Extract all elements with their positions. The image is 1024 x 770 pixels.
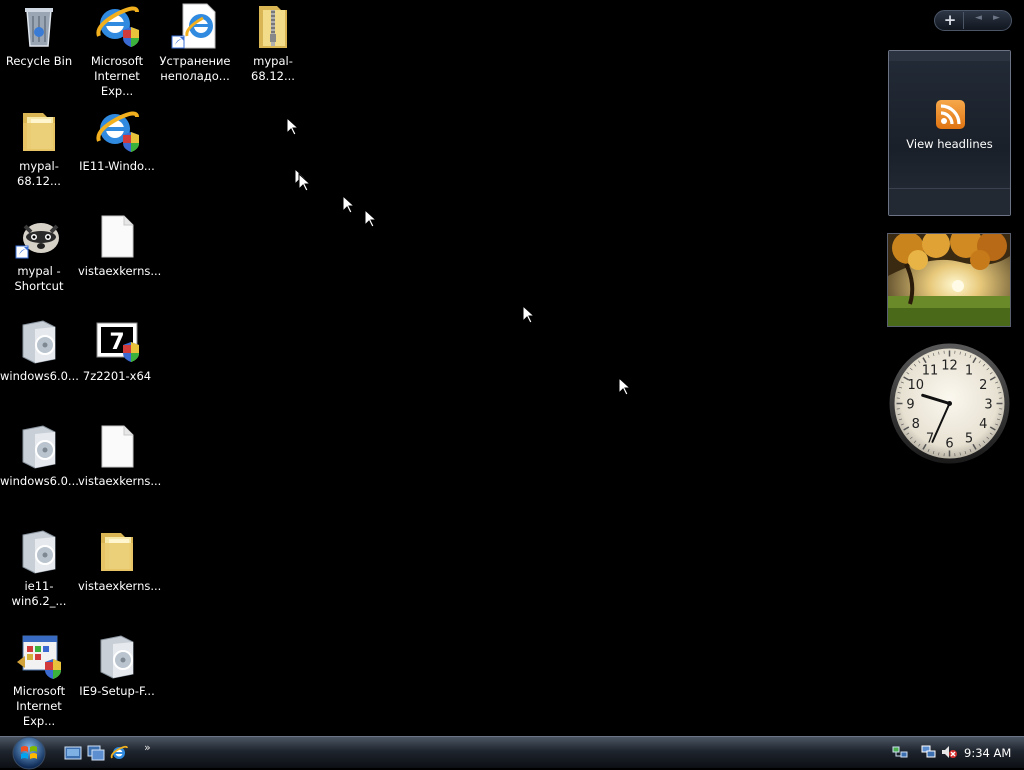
mouse-cursor-icon: [618, 377, 630, 396]
sidebar-gadget-controls: + ◄ ►: [934, 10, 1012, 31]
desktop-icon-ie-setup[interactable]: Microsoft Internet Exp...: [0, 630, 78, 726]
clock-number: 6: [945, 437, 953, 452]
update-package-icon: [15, 317, 63, 365]
clock-number: 11: [922, 364, 939, 379]
7zip-installer-icon: 7: [93, 317, 141, 365]
mypal-raccoon-icon: [15, 212, 63, 260]
desktop-icon-ie9-setup[interactable]: IE9-Setup-F...: [78, 630, 156, 726]
taskbar-clock[interactable]: 9:34 AM: [964, 746, 1011, 760]
clock-number: 2: [979, 378, 987, 393]
icon-label: windows6.0...: [0, 369, 78, 384]
feed-headlines-gadget[interactable]: View headlines: [888, 50, 1011, 216]
icon-label: 7z2201-x64: [78, 369, 156, 384]
icon-label: Recycle Bin: [0, 54, 78, 69]
mouse-cursor-icon: [298, 173, 310, 192]
desktop-icon-mypal-folder[interactable]: mypal-68.12...: [0, 105, 78, 201]
mouse-cursor-icon: [364, 209, 376, 228]
internet-explorer-icon: [93, 107, 141, 155]
add-gadget-button[interactable]: +: [937, 12, 964, 29]
update-package-icon: [93, 632, 141, 680]
mouse-cursor-icon: [522, 305, 534, 324]
desktop-icon-ie11-windows[interactable]: IE11-Windo...: [78, 105, 156, 201]
zip-folder-icon: [249, 2, 297, 50]
desktop-icon-mypal-shortcut[interactable]: mypal - Shortcut: [0, 210, 78, 306]
icon-label: mypal-68.12...: [0, 159, 78, 189]
icon-label: windows6.0...: [0, 474, 78, 489]
desktop-icon-windows6-0-b[interactable]: windows6.0...: [0, 420, 78, 516]
clock-number: 4: [979, 417, 987, 432]
mouse-cursor-icon: [342, 195, 354, 214]
desktop-icon-vistaexkerns-folder[interactable]: vistaexkerns...: [78, 525, 156, 621]
desktop[interactable]: Recycle Bin mypal-68.12... mypal - Short…: [0, 0, 1024, 736]
icon-label: IE11-Windo...: [78, 159, 156, 174]
icon-label: Microsoft Internet Exp...: [78, 54, 156, 99]
icon-label: mypal-68.12...: [234, 54, 312, 84]
rss-icon: [936, 100, 965, 129]
desktop-icon-vistaexkerns-a[interactable]: vistaexkerns...: [78, 210, 156, 306]
blank-file-icon: [93, 212, 141, 260]
troubleshooter-shortcut-icon: [171, 2, 219, 50]
show-desktop-icon[interactable]: [64, 745, 82, 761]
desktop-icon-mypal-zip[interactable]: mypal-68.12...: [234, 0, 312, 96]
icon-label: Microsoft Internet Exp...: [0, 684, 78, 729]
quick-launch-overflow-button[interactable]: »: [144, 741, 151, 754]
previous-gadgets-button[interactable]: ◄: [975, 13, 982, 23]
clock-number: 8: [912, 417, 920, 432]
connection-icon[interactable]: [921, 744, 937, 760]
update-package-icon: [15, 527, 63, 575]
clock-number: 5: [965, 431, 973, 446]
svg-text:7: 7: [109, 330, 124, 355]
icon-label: IE9-Setup-F...: [78, 684, 156, 699]
clock-number: 9: [906, 398, 914, 413]
ie-setup-icon: [15, 632, 63, 680]
mouse-cursor-icon: [286, 117, 298, 136]
desktop-icon-vistaexkerns-b[interactable]: vistaexkerns...: [78, 420, 156, 516]
clock-number: 12: [941, 359, 958, 374]
icon-label: mypal - Shortcut: [0, 264, 78, 294]
internet-explorer-icon[interactable]: [110, 745, 128, 761]
folder-icon: [15, 107, 63, 155]
icon-label: vistaexkerns...: [78, 474, 156, 489]
icon-label: vistaexkerns...: [78, 579, 156, 594]
view-headlines-link[interactable]: View headlines: [889, 137, 1010, 151]
desktop-icon-ie11-win6-2[interactable]: ie11-win6.2_...: [0, 525, 78, 621]
desktop-icon-7z2201-x64[interactable]: 7 7z2201-x64: [78, 315, 156, 411]
icon-label: ie11-win6.2_...: [0, 579, 78, 609]
desktop-icon-troubleshooter-shortcut[interactable]: Устранение неполадо...: [156, 0, 234, 96]
clock-number: 3: [984, 398, 992, 413]
blank-file-icon: [93, 422, 141, 470]
icon-label: vistaexkerns...: [78, 264, 156, 279]
internet-explorer-icon: [93, 2, 141, 50]
update-package-icon: [15, 422, 63, 470]
volume-muted-icon[interactable]: [940, 744, 958, 760]
autumn-tree-photo: [888, 234, 1010, 326]
switch-windows-icon[interactable]: [87, 745, 105, 761]
desktop-icon-recycle-bin[interactable]: Recycle Bin: [0, 0, 78, 96]
folder-icon: [93, 527, 141, 575]
network-icon[interactable]: [892, 744, 908, 760]
desktop-icon-internet-explorer[interactable]: Microsoft Internet Exp...: [78, 0, 156, 96]
next-gadgets-button[interactable]: ►: [993, 13, 1000, 23]
clock-number: 10: [907, 378, 924, 393]
clock-gadget[interactable]: 123456789101112: [888, 342, 1011, 465]
desktop-icon-windows6-0-a[interactable]: windows6.0...: [0, 315, 78, 411]
clock-number: 1: [965, 364, 973, 379]
slideshow-gadget[interactable]: [887, 233, 1011, 327]
start-button[interactable]: [7, 734, 51, 770]
taskbar: » 9:34 AM: [0, 736, 1024, 768]
recycle-bin-icon: [15, 2, 63, 50]
icon-label: Устранение неполадо...: [156, 54, 234, 84]
